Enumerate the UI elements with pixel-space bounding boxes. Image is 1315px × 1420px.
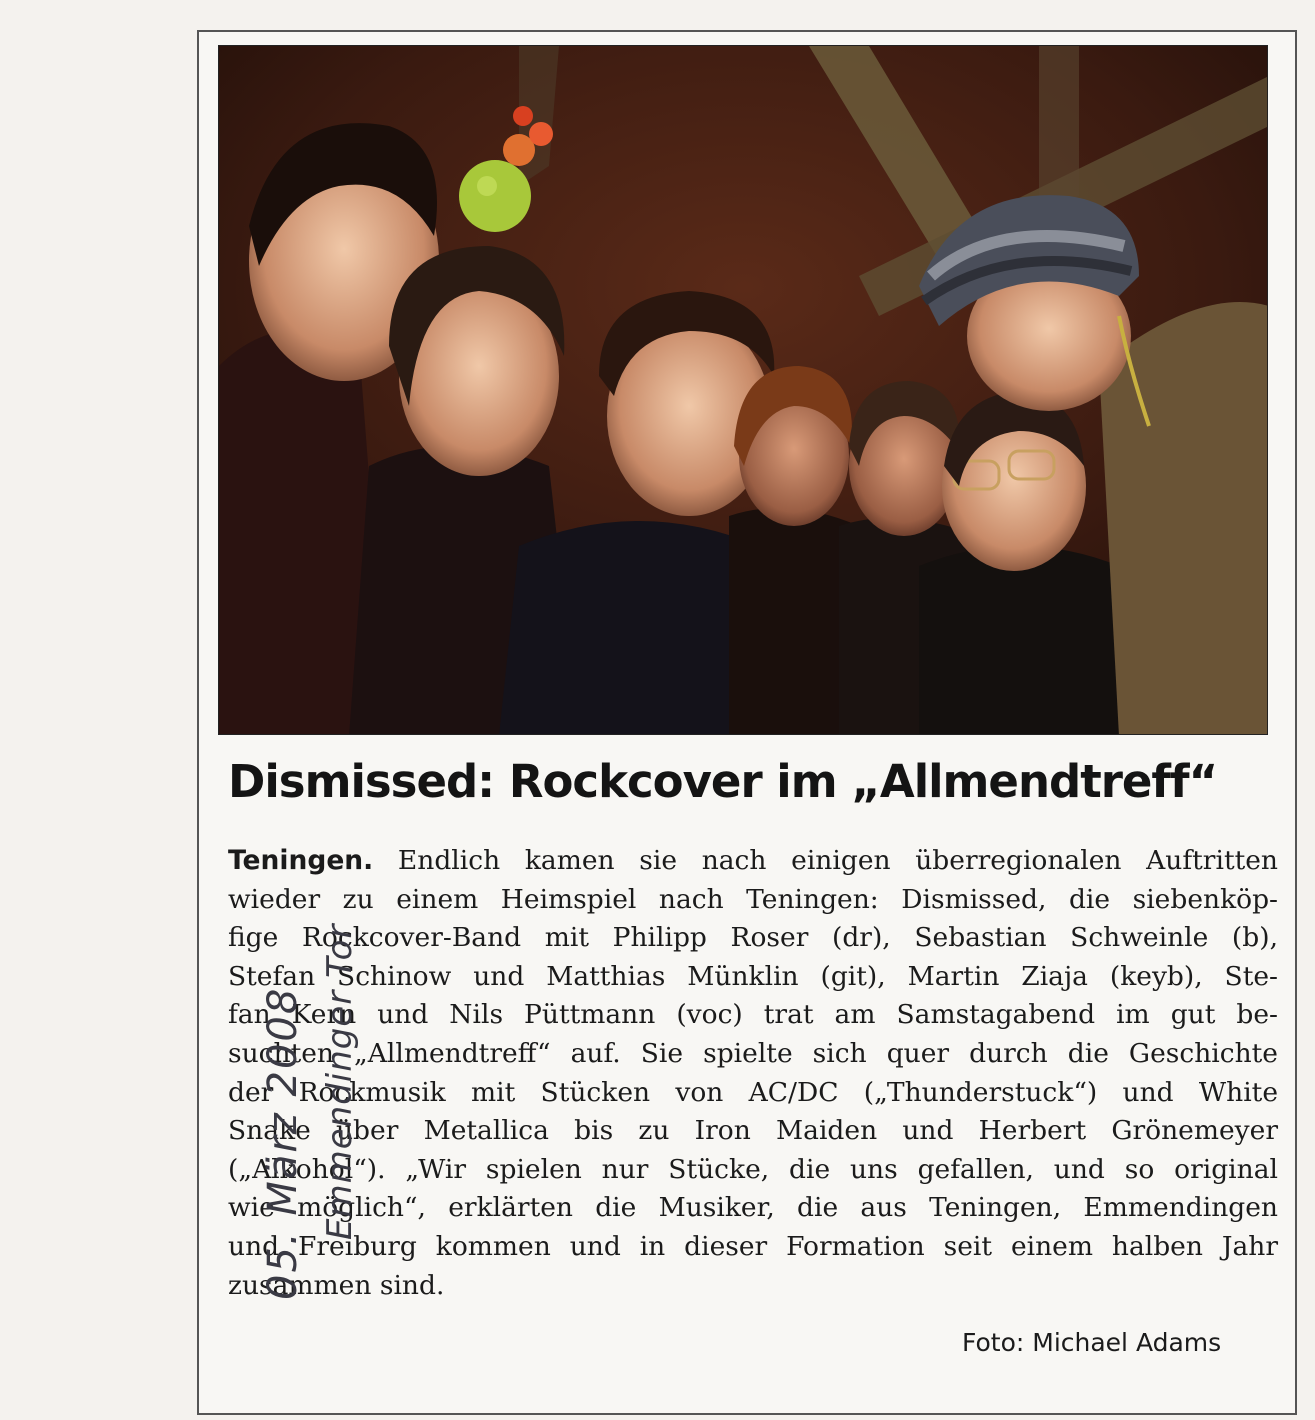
- bleed-text-right: [1298, 40, 1315, 1420]
- article-headline: Dismissed: Rockcover im „Allmendtreff“: [228, 755, 1218, 808]
- bleed-text-left: [0, 40, 195, 1420]
- band-photo-image: [219, 46, 1267, 734]
- article-line-8: Snake über Metallica bis zu Iron Maiden …: [228, 1115, 1278, 1147]
- article-line-12: zusammen sind.: [228, 1269, 445, 1301]
- handwritten-source: Emmendinger Tor: [320, 923, 360, 1240]
- band-photo: [218, 45, 1268, 735]
- article-line-2: wieder zu einem Heimspiel nach Teningen:…: [228, 883, 1278, 915]
- article-body: Teningen. Endlich kamen sie nach einigen…: [228, 842, 1278, 1305]
- article-line-11: und Freiburg kommen und in dieser Format…: [228, 1230, 1278, 1262]
- article-line-3: fige Rockcover-Band mit Philipp Roser (d…: [228, 922, 1278, 954]
- article-line-10: wie möglich“, erklärten die Musiker, die…: [228, 1192, 1278, 1224]
- article-line-7: der Rockmusik mit Stücken von AC/DC („Th…: [228, 1076, 1278, 1108]
- article-line-6: suchten „Allmendtreff“ auf. Sie spielte …: [228, 1037, 1278, 1069]
- handwritten-date: 05. März 2008: [260, 986, 306, 1300]
- article-line-5: fan Kern und Nils Püttmann (voc) trat am…: [228, 999, 1278, 1031]
- article-dateline: Teningen.: [228, 845, 374, 876]
- article-line-9: („Alkohol“). „Wir spielen nur Stücke, di…: [228, 1153, 1278, 1185]
- photo-credit: Foto: Michael Adams: [962, 1328, 1222, 1357]
- article-line-1: Teningen. Endlich kamen sie nach einigen…: [228, 845, 1278, 876]
- article-line-4: Stefan Schinow und Matthias Münklin (git…: [228, 960, 1278, 992]
